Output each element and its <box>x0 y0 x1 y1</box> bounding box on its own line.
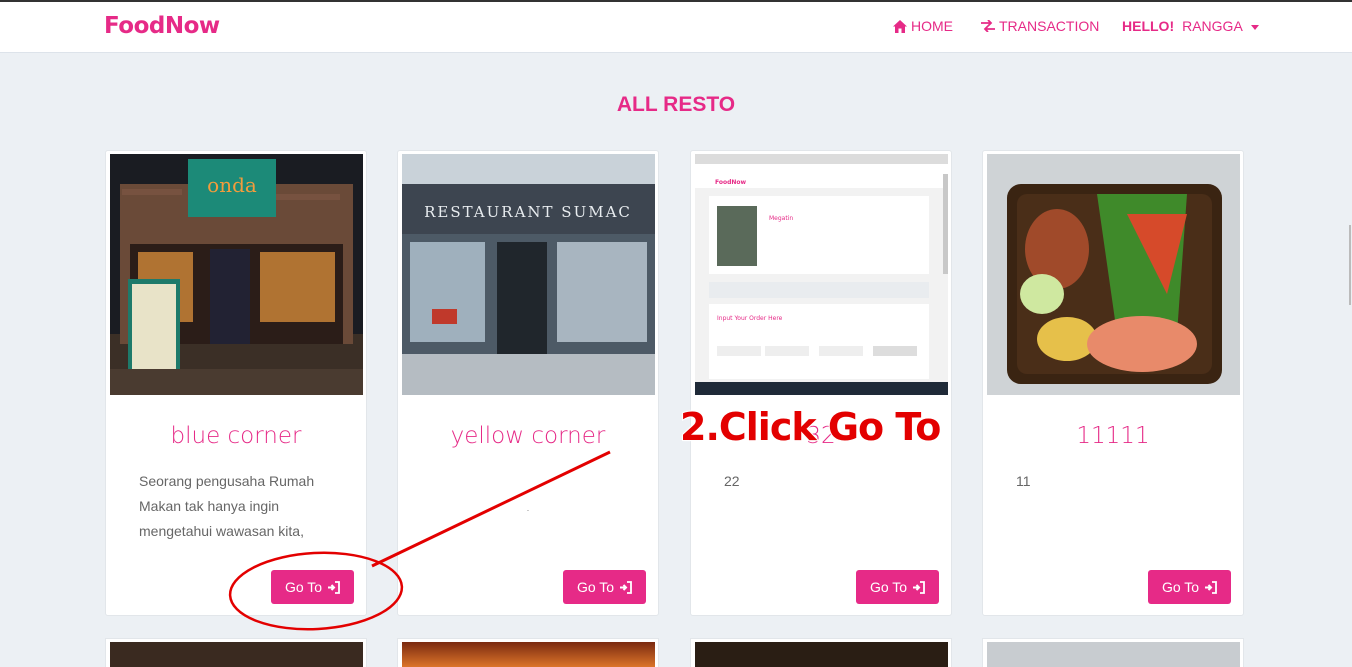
resto-description: . <box>526 504 530 513</box>
nav-transaction[interactable]: TRANSACTION <box>981 18 1099 34</box>
home-icon <box>893 19 907 33</box>
resto-card-partial <box>105 638 367 667</box>
resto-card: RESTAURANT SUMAC yellow corner . Go To <box>397 150 659 616</box>
resto-description: 11 <box>1016 473 1031 489</box>
onda-sign-text: onda <box>207 173 257 197</box>
resto-image-yellow-corner: RESTAURANT SUMAC <box>402 154 655 395</box>
go-to-button[interactable]: Go To <box>1148 570 1231 604</box>
resto-card: FoodNow Megatin Input Your Order Here 32… <box>690 150 952 616</box>
resto-image-screenshot: FoodNow Megatin Input Your Order Here <box>695 154 948 395</box>
nav-home-label: HOME <box>911 18 953 34</box>
chevron-down-icon <box>1250 24 1259 30</box>
resto-name: 11111 <box>1076 423 1150 449</box>
mini-title-text: Megatin <box>769 215 793 222</box>
resto-name: blue corner <box>170 423 302 449</box>
go-to-button[interactable]: Go To <box>271 570 354 604</box>
scrollbar[interactable] <box>1349 225 1351 305</box>
resto-image-partial <box>110 642 363 667</box>
go-to-label: Go To <box>1161 579 1200 595</box>
go-to-button[interactable]: Go To <box>856 570 939 604</box>
navbar: FoodNow HOME TRANSACTION HELLO! RANGGA <box>0 2 1352 53</box>
sign-in-icon <box>913 580 925 594</box>
sumac-sign-text: RESTAURANT SUMAC <box>424 203 632 221</box>
resto-card: onda blue corner Seorang pengusaha Rumah… <box>105 150 367 616</box>
mini-brand-text: FoodNow <box>715 179 747 186</box>
sign-in-icon <box>328 580 340 594</box>
mini-order-text: Input Your Order Here <box>717 315 783 322</box>
sign-in-icon <box>620 580 632 594</box>
resto-image-partial <box>695 642 948 667</box>
nav-transaction-label: TRANSACTION <box>999 18 1100 34</box>
resto-card-partial <box>397 638 659 667</box>
go-to-label: Go To <box>284 579 323 595</box>
resto-card: 11111 11 Go To <box>982 150 1244 616</box>
sign-in-icon <box>1205 580 1217 594</box>
user-name: RANGGA <box>1182 18 1243 34</box>
resto-image-11111 <box>987 154 1240 395</box>
resto-card-partial <box>690 638 952 667</box>
resto-description: Seorang pengusaha Rumah Makan tak hanya … <box>139 473 315 539</box>
page-title: ALL RESTO <box>616 93 736 116</box>
nav-home[interactable]: HOME <box>893 18 953 34</box>
go-to-label: Go To <box>576 579 615 595</box>
greeting-label: HELLO! <box>1122 18 1175 34</box>
resto-name: yellow corner <box>450 423 606 449</box>
go-to-label: Go To <box>869 579 908 595</box>
resto-card-partial <box>982 638 1244 667</box>
brand-logo[interactable]: FoodNow <box>104 13 220 39</box>
resto-image-blue-corner: onda <box>110 154 363 395</box>
annotation-text: 2.Click Go To <box>679 404 942 450</box>
resto-description: 22 <box>724 473 740 489</box>
user-menu-dropdown[interactable]: HELLO! RANGGA <box>1122 18 1259 34</box>
go-to-button[interactable]: Go To <box>563 570 646 604</box>
resto-image-partial <box>987 642 1240 667</box>
resto-image-partial <box>402 642 655 667</box>
transfer-icon <box>981 20 995 32</box>
